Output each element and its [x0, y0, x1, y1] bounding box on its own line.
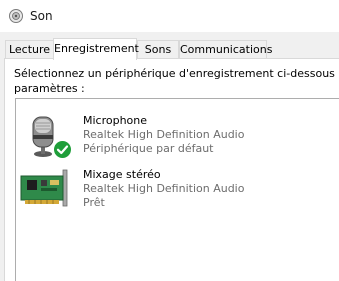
device-name: Microphone [83, 114, 148, 127]
instructions-text: Sélectionnez un périphérique d'enregistr… [14, 66, 339, 96]
sound-card-icon [19, 168, 75, 218]
tab-strip: Lecture Enregistrement Sons Communicatio… [0, 38, 339, 60]
tab-communications[interactable]: Communications [179, 40, 272, 59]
title-bar: Son [0, 0, 339, 32]
tab-label: Communications [180, 43, 273, 56]
speaker-icon [8, 8, 24, 24]
device-item-microphone[interactable]: Microphone Realtek High Definition Audio… [17, 114, 317, 164]
tab-lecture[interactable]: Lecture [5, 40, 54, 59]
device-driver: Realtek High Definition Audio [83, 182, 245, 195]
window-title: Son [30, 9, 53, 23]
tab-label: Enregistrement [54, 42, 139, 55]
tab-sons[interactable]: Sons [137, 40, 179, 59]
device-driver: Realtek High Definition Audio [83, 128, 245, 141]
device-status: Prêt [83, 196, 105, 209]
tab-enregistrement[interactable]: Enregistrement [53, 38, 139, 60]
device-status: Périphérique par défaut [83, 142, 214, 155]
instructions-line-2: paramètres : [14, 82, 85, 95]
default-checkmark-icon [53, 140, 72, 159]
device-item-stereo-mix[interactable]: Mixage stéréo Realtek High Definition Au… [17, 168, 317, 218]
tab-label: Sons [144, 43, 172, 56]
tab-label: Lecture [8, 43, 51, 56]
device-name: Mixage stéréo [83, 168, 161, 181]
instructions-line-1: Sélectionnez un périphérique d'enregistr… [14, 67, 339, 80]
